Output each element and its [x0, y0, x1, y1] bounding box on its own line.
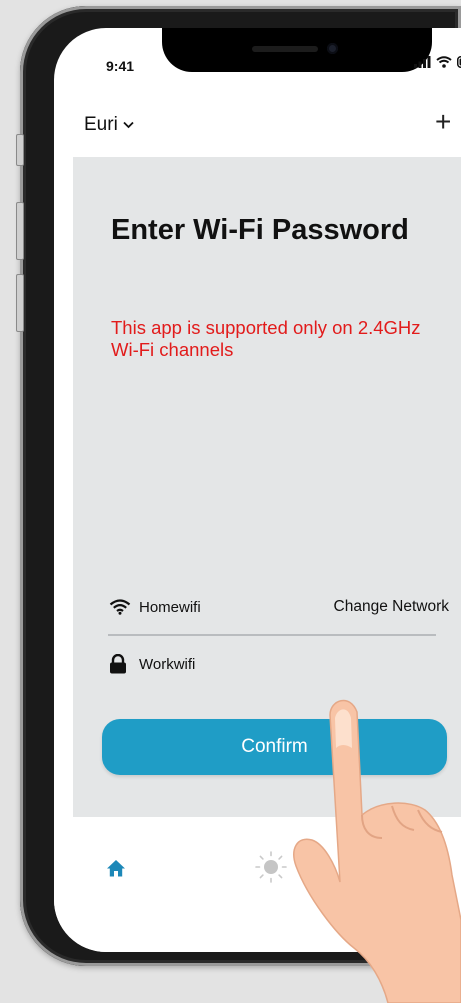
home-name: Euri: [84, 114, 118, 135]
hand-pointer-illustration: [293, 699, 461, 1003]
mute-switch: [16, 134, 24, 166]
front-camera: [327, 43, 338, 54]
network-divider: [108, 634, 436, 636]
other-network-name: Workwifi: [139, 655, 196, 673]
plus-icon[interactable]: +: [435, 108, 451, 136]
battery-icon: [457, 56, 461, 68]
frequency-warning: This app is supported only on 2.4GHz Wi-…: [111, 317, 421, 360]
notch: [162, 28, 432, 72]
change-network-link[interactable]: Change Network: [334, 598, 449, 616]
signal-icon: [414, 56, 431, 68]
status-icons: [414, 56, 461, 68]
wifi-icon: [109, 599, 131, 615]
chevron-down-icon: [123, 121, 134, 129]
light-icon: [255, 851, 287, 883]
tab-home[interactable]: [106, 858, 126, 883]
lock-icon: [110, 654, 126, 674]
volume-up-button: [16, 202, 24, 260]
current-network-name: Homewifi: [139, 598, 201, 616]
volume-down-button: [16, 274, 24, 332]
home-icon: [107, 860, 125, 877]
current-network-row: Homewifi Change Network: [109, 598, 449, 616]
speaker-grille: [252, 46, 318, 52]
home-selector[interactable]: Euri: [84, 114, 134, 136]
wifi-status-icon: [436, 56, 452, 68]
status-time: 9:41: [106, 58, 135, 74]
tab-light[interactable]: [254, 850, 288, 889]
page-title: Enter Wi-Fi Password: [111, 214, 409, 246]
